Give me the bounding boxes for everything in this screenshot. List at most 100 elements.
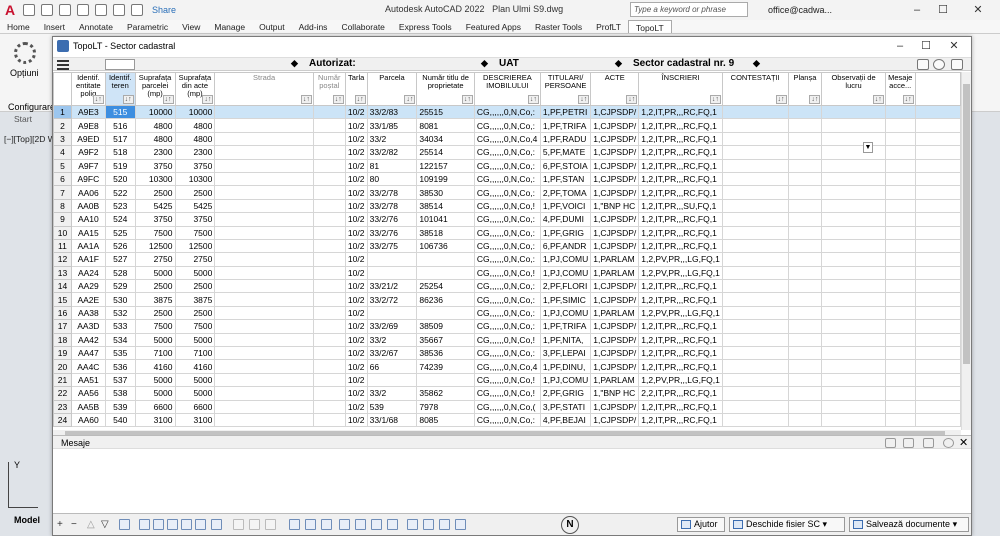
table-cell[interactable]: AA56 xyxy=(70,386,106,401)
table-cell[interactable] xyxy=(312,252,346,267)
table-cell[interactable]: 1,2,IT,PR,,,SU,FQ,1 xyxy=(638,198,723,214)
table-cell[interactable]: 1,2,IT,PR,,,RC,FQ,1 xyxy=(638,185,723,200)
table-cell[interactable] xyxy=(884,158,916,173)
table-cell[interactable] xyxy=(312,359,346,374)
table-cell[interactable] xyxy=(214,158,314,173)
table-cell[interactable]: 2,PF,GRIG xyxy=(539,386,592,401)
table-cell[interactable] xyxy=(787,332,823,348)
minimize-icon[interactable]: – xyxy=(906,1,928,19)
table-cell[interactable] xyxy=(821,359,886,374)
table-cell[interactable] xyxy=(214,346,314,361)
table-cell[interactable] xyxy=(787,131,823,147)
ribbon-tab[interactable]: TopoLT xyxy=(627,20,672,33)
column-header[interactable]: Număr poștal ↓↑ xyxy=(312,72,346,106)
table-cell[interactable]: 10/2 xyxy=(344,372,368,388)
table-cell[interactable]: 38536 xyxy=(416,346,475,361)
table-cell[interactable]: A9E3 xyxy=(70,104,106,120)
import-icon[interactable] xyxy=(305,519,316,530)
table-cell[interactable]: CG,,,,,,0,N,Co,! xyxy=(473,332,541,348)
table-cell[interactable]: 3100 xyxy=(134,412,176,428)
table-cell[interactable]: 3750 xyxy=(174,212,216,227)
chevron-down-icon[interactable]: ▼ xyxy=(863,142,873,153)
table-cell[interactable]: 1,CJPSDP/ xyxy=(590,171,640,187)
table-cell[interactable]: CG,,,,,,0,N,Co,4 xyxy=(473,131,541,147)
table-row[interactable]: 14 AA29 529 2500 2500 10/2 33/21/2 25254 CG,,,,,… xyxy=(53,279,961,294)
table-cell[interactable]: 5000 xyxy=(174,386,216,401)
table-row[interactable]: 11 AA1A 526 12500 12500 10/2 33/2/75 106736 CG,,… xyxy=(53,238,961,254)
table-cell[interactable] xyxy=(312,399,346,414)
table-cell[interactable]: 1,PARLAM xyxy=(590,252,640,267)
table-cell[interactable] xyxy=(821,292,886,307)
table-cell[interactable]: 517 xyxy=(104,131,136,147)
table-cell[interactable] xyxy=(787,171,823,187)
column-header[interactable]: DESCRIEREA IMOBILULUI ↓↑ xyxy=(473,72,541,106)
table-cell[interactable]: 80 xyxy=(366,171,418,187)
table-cell[interactable]: 10000 xyxy=(134,104,176,120)
table-cell[interactable] xyxy=(884,305,916,321)
table-cell[interactable] xyxy=(214,292,314,307)
table-cell[interactable]: 1,PF,RADU xyxy=(539,131,592,147)
table-cell[interactable] xyxy=(884,104,916,120)
table-cell[interactable] xyxy=(312,198,346,214)
table-cell[interactable] xyxy=(214,118,314,133)
table-cell[interactable]: 1,PF,SIMIC xyxy=(539,292,592,307)
table-cell[interactable]: 5000 xyxy=(134,372,176,388)
table-cell[interactable] xyxy=(787,265,823,281)
column-header[interactable]: Identif. teren ↓↑ xyxy=(104,72,136,106)
table-cell[interactable]: 35667 xyxy=(416,332,475,348)
column-header[interactable]: Tarla ↓↑ xyxy=(344,72,368,106)
open-sc-file-button[interactable]: Deschide fisier SC ▾ xyxy=(729,517,845,532)
table-cell[interactable] xyxy=(821,386,886,401)
saveas-icon[interactable] xyxy=(77,4,89,16)
table-row[interactable]: 3 A9ED 517 4800 4800 10/2 33/2 34034 CG,,,,,,0,N… xyxy=(53,131,961,147)
table-cell[interactable]: CG,,,,,,0,N,Co,: xyxy=(473,279,541,294)
table-cell[interactable] xyxy=(312,279,346,294)
split-icon[interactable] xyxy=(195,519,206,530)
table-cell[interactable]: 38518 xyxy=(416,225,475,240)
table-cell[interactable]: 524 xyxy=(104,212,136,227)
table-cell[interactable] xyxy=(914,252,961,267)
table-row[interactable]: 20 AA4C 536 4160 4160 10/2 66 74239 CG,,,,,,0,N,… xyxy=(53,359,961,374)
table-cell[interactable]: CG,,,,,,0,N,Co,: xyxy=(473,158,541,173)
table-cell[interactable]: CG,,,,,,0,N,Co,! xyxy=(473,372,541,388)
table-cell[interactable]: A9FC xyxy=(70,171,106,187)
table-cell[interactable] xyxy=(884,185,916,200)
table-cell[interactable] xyxy=(884,131,916,147)
table-cell[interactable] xyxy=(914,359,961,374)
table-cell[interactable]: 1,2,PV,PR,,,LG,FQ,1 xyxy=(638,265,723,281)
sort-icon[interactable] xyxy=(139,519,150,530)
table-cell[interactable]: 33/2/67 xyxy=(366,346,418,361)
document-icon[interactable] xyxy=(339,519,350,530)
table-cell[interactable]: 1,PF,NITA, xyxy=(539,332,592,348)
table-cell[interactable]: 6,PF,STOIA xyxy=(539,158,592,173)
table-cell[interactable] xyxy=(721,131,789,147)
table-cell[interactable] xyxy=(214,104,314,120)
table-cell[interactable] xyxy=(884,346,916,361)
table-cell[interactable]: AA29 xyxy=(70,279,106,294)
table-cell[interactable]: 81 xyxy=(366,158,418,173)
table-cell[interactable]: 4800 xyxy=(134,118,176,133)
table-cell[interactable] xyxy=(787,225,823,240)
ribbon-tab[interactable]: Parametric xyxy=(120,20,175,33)
table-cell[interactable] xyxy=(914,265,961,281)
picture-icon[interactable] xyxy=(371,519,382,530)
maximize-icon[interactable]: ☐ xyxy=(932,1,954,19)
table-cell[interactable] xyxy=(884,359,916,374)
table-cell[interactable]: AA24 xyxy=(70,265,106,281)
table-cell[interactable]: 10/2 xyxy=(344,359,368,374)
table-cell[interactable]: 1,CJPSDP/ xyxy=(590,118,640,133)
table-cell[interactable] xyxy=(821,198,886,214)
stop-icon[interactable] xyxy=(943,438,954,448)
table-cell[interactable] xyxy=(821,118,886,133)
copy-icon[interactable] xyxy=(885,438,896,448)
table-cell[interactable]: 10/2 xyxy=(344,212,368,227)
table-cell[interactable]: 516 xyxy=(104,118,136,133)
table-cell[interactable]: 10300 xyxy=(174,171,216,187)
table-cell[interactable]: 10/2 xyxy=(344,252,368,267)
table-cell[interactable]: AA38 xyxy=(70,305,106,321)
table-cell[interactable]: 1,CJPSDP/ xyxy=(590,212,640,227)
table-cell[interactable]: AA2E xyxy=(70,292,106,307)
table-cell[interactable]: 10/2 xyxy=(344,171,368,187)
table-cell[interactable] xyxy=(914,279,961,294)
table-cell[interactable]: 12500 xyxy=(134,238,176,254)
